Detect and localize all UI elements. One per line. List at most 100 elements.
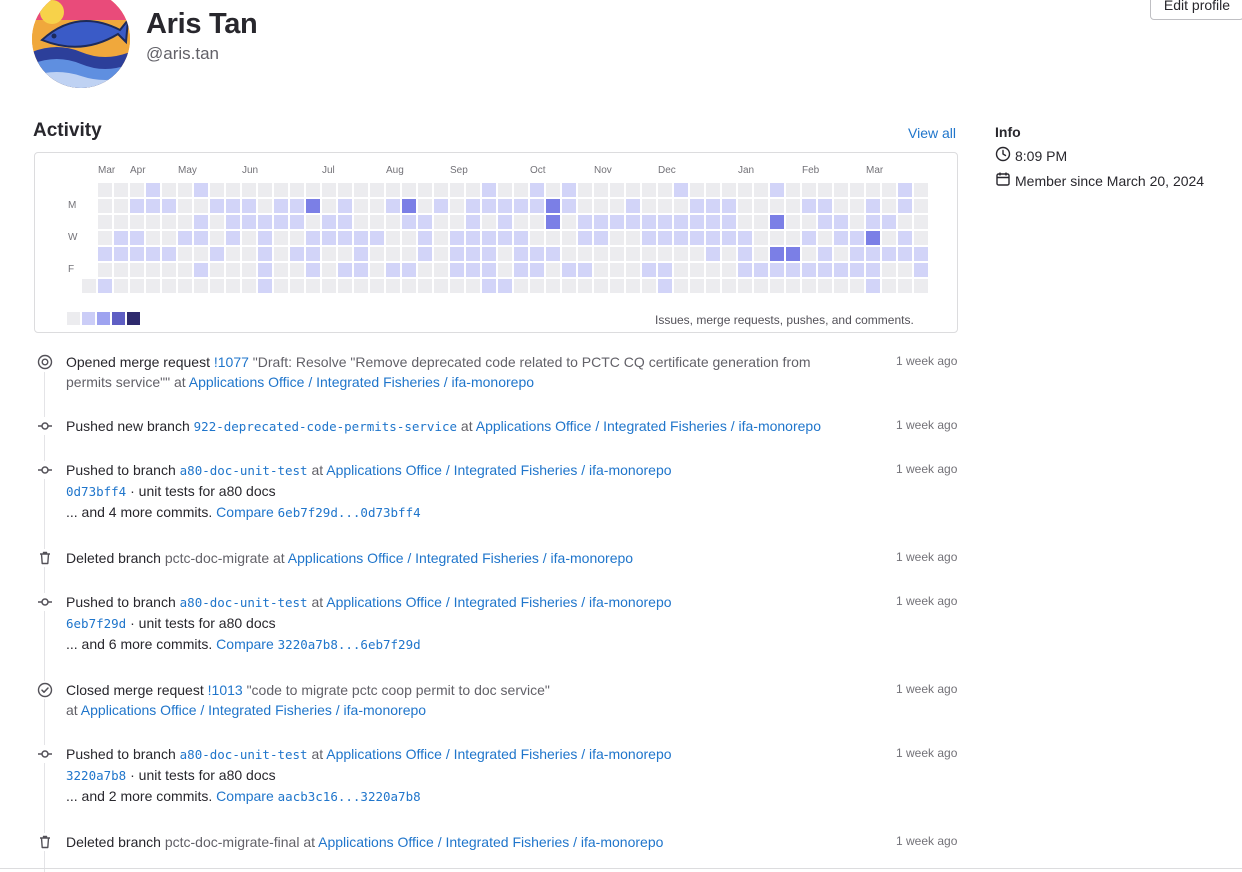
calendar-day-cell[interactable] (242, 231, 256, 245)
calendar-day-cell[interactable] (338, 215, 352, 229)
calendar-day-cell[interactable] (738, 215, 752, 229)
calendar-day-cell[interactable] (594, 279, 608, 293)
calendar-day-cell[interactable] (482, 183, 496, 197)
calendar-day-cell[interactable] (898, 199, 912, 213)
calendar-day-cell[interactable] (386, 199, 400, 213)
calendar-day-cell[interactable] (274, 199, 288, 213)
calendar-day-cell[interactable] (658, 215, 672, 229)
calendar-day-cell[interactable] (114, 199, 128, 213)
calendar-day-cell[interactable] (210, 199, 224, 213)
calendar-day-cell[interactable] (114, 247, 128, 261)
calendar-day-cell[interactable] (738, 199, 752, 213)
calendar-day-cell[interactable] (258, 183, 272, 197)
calendar-day-cell[interactable] (642, 231, 656, 245)
calendar-day-cell[interactable] (786, 263, 800, 277)
calendar-day-cell[interactable] (754, 215, 768, 229)
calendar-day-cell[interactable] (850, 263, 864, 277)
calendar-day-cell[interactable] (194, 199, 208, 213)
calendar-day-cell[interactable] (146, 183, 160, 197)
calendar-day-cell[interactable] (466, 215, 480, 229)
calendar-day-cell[interactable] (210, 183, 224, 197)
calendar-day-cell[interactable] (290, 231, 304, 245)
calendar-day-cell[interactable] (386, 215, 400, 229)
calendar-day-cell[interactable] (626, 215, 640, 229)
calendar-day-cell[interactable] (578, 183, 592, 197)
calendar-day-cell[interactable] (866, 199, 880, 213)
calendar-day-cell[interactable] (290, 279, 304, 293)
calendar-day-cell[interactable] (866, 263, 880, 277)
calendar-day-cell[interactable] (834, 231, 848, 245)
calendar-day-cell[interactable] (850, 199, 864, 213)
calendar-day-cell[interactable] (370, 263, 384, 277)
calendar-day-cell[interactable] (450, 199, 464, 213)
calendar-day-cell[interactable] (466, 183, 480, 197)
calendar-day-cell[interactable] (274, 231, 288, 245)
calendar-day-cell[interactable] (722, 199, 736, 213)
calendar-day-cell[interactable] (626, 263, 640, 277)
calendar-day-cell[interactable] (914, 183, 928, 197)
calendar-day-cell[interactable] (242, 215, 256, 229)
calendar-day-cell[interactable] (578, 215, 592, 229)
event-link[interactable]: Applications Office / Integrated Fisheri… (326, 594, 671, 610)
calendar-day-cell[interactable] (402, 231, 416, 245)
calendar-day-cell[interactable] (802, 199, 816, 213)
calendar-day-cell[interactable] (146, 279, 160, 293)
calendar-day-cell[interactable] (258, 263, 272, 277)
calendar-day-cell[interactable] (466, 199, 480, 213)
calendar-day-cell[interactable] (754, 183, 768, 197)
calendar-day-cell[interactable] (162, 215, 176, 229)
calendar-day-cell[interactable] (674, 199, 688, 213)
calendar-day-cell[interactable] (834, 263, 848, 277)
calendar-day-cell[interactable] (130, 215, 144, 229)
edit-profile-button[interactable]: Edit profile (1150, 0, 1242, 20)
calendar-day-cell[interactable] (418, 247, 432, 261)
calendar-day-cell[interactable] (898, 231, 912, 245)
calendar-day-cell[interactable] (434, 263, 448, 277)
calendar-day-cell[interactable] (770, 231, 784, 245)
calendar-day-cell[interactable] (354, 231, 368, 245)
calendar-day-cell[interactable] (498, 215, 512, 229)
calendar-day-cell[interactable] (690, 183, 704, 197)
calendar-day-cell[interactable] (770, 279, 784, 293)
calendar-day-cell[interactable] (466, 247, 480, 261)
calendar-day-cell[interactable] (338, 247, 352, 261)
calendar-day-cell[interactable] (322, 247, 336, 261)
calendar-day-cell[interactable] (98, 199, 112, 213)
calendar-day-cell[interactable] (610, 247, 624, 261)
calendar-day-cell[interactable] (322, 199, 336, 213)
calendar-day-cell[interactable] (770, 215, 784, 229)
calendar-day-cell[interactable] (338, 263, 352, 277)
event-link[interactable]: Applications Office / Integrated Fisheri… (288, 550, 633, 566)
calendar-day-cell[interactable] (306, 263, 320, 277)
calendar-day-cell[interactable] (834, 215, 848, 229)
calendar-day-cell[interactable] (98, 279, 112, 293)
calendar-day-cell[interactable] (594, 215, 608, 229)
calendar-day-cell[interactable] (194, 279, 208, 293)
calendar-day-cell[interactable] (434, 279, 448, 293)
calendar-day-cell[interactable] (258, 231, 272, 245)
calendar-day-cell[interactable] (130, 279, 144, 293)
calendar-day-cell[interactable] (178, 231, 192, 245)
calendar-day-cell[interactable] (610, 279, 624, 293)
calendar-day-cell[interactable] (130, 231, 144, 245)
calendar-day-cell[interactable] (562, 199, 576, 213)
calendar-day-cell[interactable] (306, 247, 320, 261)
calendar-day-cell[interactable] (546, 231, 560, 245)
calendar-day-cell[interactable] (178, 183, 192, 197)
calendar-day-cell[interactable] (626, 199, 640, 213)
calendar-day-cell[interactable] (706, 183, 720, 197)
calendar-day-cell[interactable] (322, 279, 336, 293)
calendar-day-cell[interactable] (770, 247, 784, 261)
calendar-day-cell[interactable] (274, 215, 288, 229)
calendar-day-cell[interactable] (738, 279, 752, 293)
calendar-day-cell[interactable] (706, 199, 720, 213)
event-ref[interactable]: a80-doc-unit-test (180, 595, 308, 610)
calendar-day-cell[interactable] (658, 183, 672, 197)
calendar-day-cell[interactable] (130, 247, 144, 261)
calendar-day-cell[interactable] (178, 247, 192, 261)
calendar-day-cell[interactable] (754, 279, 768, 293)
calendar-day-cell[interactable] (178, 279, 192, 293)
calendar-day-cell[interactable] (162, 247, 176, 261)
calendar-day-cell[interactable] (418, 215, 432, 229)
calendar-day-cell[interactable] (866, 247, 880, 261)
